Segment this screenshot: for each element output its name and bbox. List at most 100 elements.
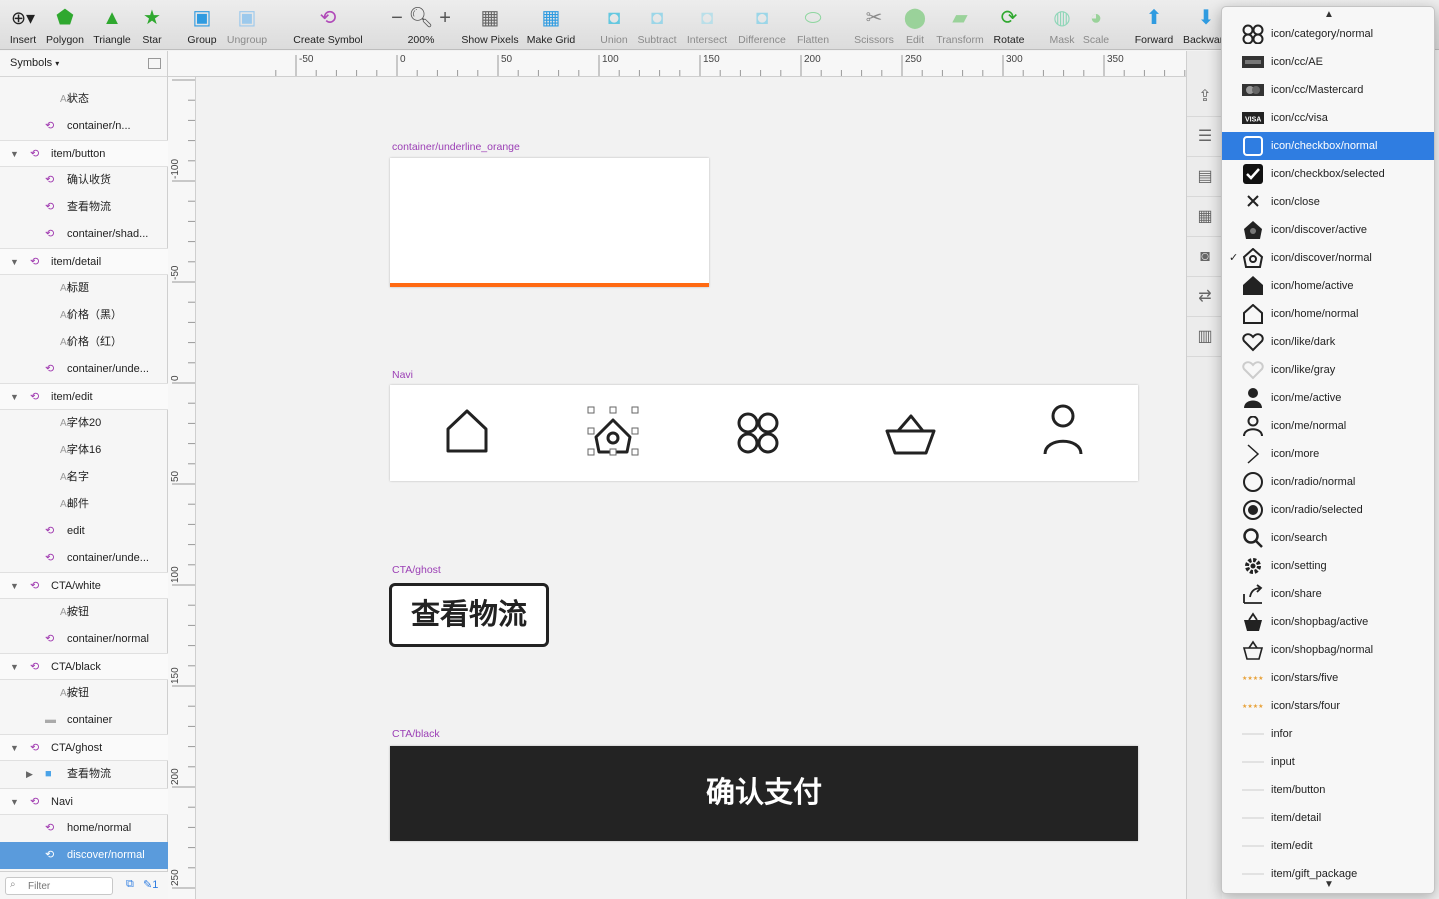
layer-row[interactable]: Aa 价格（红） <box>0 329 168 356</box>
sync-icon[interactable]: ⇄ <box>1187 277 1223 317</box>
disclosure-triangle-icon[interactable]: ▼ <box>10 249 19 274</box>
layer-row[interactable]: Aa 价格（黑） <box>0 302 168 329</box>
person-card-icon[interactable]: ◙ <box>1187 237 1223 277</box>
artboard-cta-black[interactable]: 确认支付 <box>390 746 1138 841</box>
intersect-button[interactable]: ◘ Intersect <box>677 6 737 46</box>
collapse-icon[interactable] <box>148 58 161 69</box>
layer-row[interactable]: Aa 邮件 <box>0 491 168 518</box>
layer-row[interactable]: ⟲ container/unde... <box>0 545 168 572</box>
layer-row[interactable]: ⟲ container/normal <box>0 626 168 653</box>
layer-row[interactable]: ▼ ⟲ CTA/black <box>0 653 168 680</box>
flatten-button[interactable]: ⬭ Flatten <box>783 6 843 46</box>
layer-row[interactable]: ⟲ 查看物流 <box>0 194 168 221</box>
dropdown-item[interactable]: infor <box>1222 720 1434 748</box>
dropdown-item[interactable]: icon/like/gray <box>1222 356 1434 384</box>
layer-row[interactable]: ▼ ⟲ item/detail <box>0 248 168 275</box>
disclosure-triangle-icon[interactable]: ▼ <box>10 654 19 679</box>
layer-row[interactable]: ⟲ home/normal <box>0 815 168 842</box>
artboard-title[interactable]: CTA/black <box>392 728 440 740</box>
dropdown-item[interactable]: icon/category/normal <box>1222 20 1434 48</box>
export-icon[interactable]: ⇪ <box>1187 77 1223 117</box>
layer-row[interactable]: Aa 标题 <box>0 275 168 302</box>
layer-row[interactable]: ▼ ⟲ CTA/white <box>0 572 168 599</box>
dropdown-item[interactable]: icon/discover/active <box>1222 216 1434 244</box>
dropdown-item[interactable]: icon/like/dark <box>1222 328 1434 356</box>
disclosure-triangle-icon[interactable]: ▼ <box>10 735 19 760</box>
dropdown-item[interactable]: icon/share <box>1222 580 1434 608</box>
scroll-up-icon[interactable]: ▲ <box>1222 9 1434 20</box>
dropdown-item[interactable]: icon/setting <box>1222 552 1434 580</box>
layer-row[interactable]: ▼ ⟲ item/button <box>0 140 168 167</box>
dropdown-item[interactable]: icon/more <box>1222 440 1434 468</box>
layer-row[interactable]: ▬ container <box>0 707 168 734</box>
make-grid-button[interactable]: ▦ Make Grid <box>521 6 581 46</box>
zoom-control[interactable]: − 🔍︎ +200% <box>391 6 451 46</box>
dropdown-item[interactable]: icon/home/active <box>1222 272 1434 300</box>
layer-row[interactable]: ▶ ■ 查看物流 <box>0 761 168 788</box>
pen-icon[interactable]: ✎1 <box>143 878 158 891</box>
symbols-filter-icon[interactable]: ⧉ <box>126 878 134 891</box>
dropdown-item[interactable]: icon/me/normal <box>1222 412 1434 440</box>
show-pixels-button[interactable]: ▦ Show Pixels <box>460 6 520 46</box>
layer-row[interactable]: ▼ ⟲ CTA/ghost <box>0 734 168 761</box>
dropdown-item[interactable]: icon/shopbag/active <box>1222 608 1434 636</box>
dropdown-item[interactable]: icon/radio/selected <box>1222 496 1434 524</box>
disclosure-triangle-icon[interactable]: ▶ <box>26 761 33 788</box>
dropdown-item[interactable]: icon/radio/normal <box>1222 468 1434 496</box>
disclosure-triangle-icon[interactable]: ▼ <box>10 141 19 166</box>
panel-icon[interactable]: ▥ <box>1187 317 1223 357</box>
dropdown-item[interactable]: VISA icon/cc/visa <box>1222 104 1434 132</box>
layer-row[interactable]: ▼ ⟲ item/edit <box>0 383 168 410</box>
artboard-cta-ghost[interactable]: 查看物流 <box>389 583 549 647</box>
artboard-title[interactable]: CTA/ghost <box>392 564 441 576</box>
rotate-button[interactable]: ⟳ Rotate <box>979 6 1039 46</box>
scale-button[interactable]: ◕ Scale <box>1066 6 1126 46</box>
layer-row[interactable]: Aa 名字 <box>0 464 168 491</box>
layer-row[interactable]: Aa 按钮 <box>0 599 168 626</box>
layer-row[interactable]: ⟲ discover/normal <box>0 842 168 869</box>
layers-icon[interactable]: ☰ <box>1187 117 1223 157</box>
dropdown-item[interactable]: icon/home/normal <box>1222 300 1434 328</box>
dropdown-item[interactable]: icon/search <box>1222 524 1434 552</box>
page-selector[interactable]: Symbols ▾ <box>0 51 167 77</box>
dropdown-item[interactable]: icon/cc/AE <box>1222 48 1434 76</box>
canvas[interactable]: container/underline_orange Navi CTA/ghos… <box>197 77 1186 899</box>
dropdown-item[interactable]: icon/checkbox/normal <box>1222 132 1434 160</box>
layer-row[interactable]: ⟲ edit <box>0 518 168 545</box>
dropdown-item[interactable]: item/button <box>1222 776 1434 804</box>
disclosure-triangle-icon[interactable]: ▼ <box>10 384 19 409</box>
dropdown-item[interactable]: input <box>1222 748 1434 776</box>
scroll-down-icon[interactable]: ▼ <box>1222 879 1434 890</box>
dropdown-item[interactable]: item/detail <box>1222 804 1434 832</box>
artboard-navi[interactable] <box>390 385 1138 481</box>
layer-row[interactable]: Aa 按钮 <box>0 680 168 707</box>
artboard-title[interactable]: Navi <box>392 369 413 381</box>
dropdown-item[interactable]: icon/cc/Mastercard <box>1222 76 1434 104</box>
filter-input[interactable] <box>5 877 113 895</box>
list-icon[interactable]: ▤ <box>1187 157 1223 197</box>
ungroup-button[interactable]: ▣ Ungroup <box>217 6 277 46</box>
layer-row[interactable]: Aa 字体20 <box>0 410 168 437</box>
grid-icon[interactable]: ▦ <box>1187 197 1223 237</box>
dropdown-item[interactable]: ★★★★★ icon/stars/five <box>1222 664 1434 692</box>
dropdown-item[interactable]: icon/checkbox/selected <box>1222 160 1434 188</box>
layer-row[interactable]: ▼ ⟲ Navi <box>0 788 168 815</box>
dropdown-item[interactable]: item/edit <box>1222 832 1434 860</box>
layer-row[interactable]: Aa 状态 <box>0 86 168 113</box>
layer-row[interactable]: ⟲ 确认收货 <box>0 167 168 194</box>
create-symbol-button[interactable]: ⟲ Create Symbol <box>288 6 368 46</box>
layer-row[interactable]: ⟲ container/shad... <box>0 221 168 248</box>
dropdown-item[interactable]: icon/shopbag/normal <box>1222 636 1434 664</box>
forward-button[interactable]: ⬆ Forward <box>1124 6 1184 46</box>
layer-row[interactable]: ⟲ container/n... <box>0 113 168 140</box>
artboard-underline-orange[interactable] <box>390 158 709 287</box>
layer-row[interactable]: ⟲ container/unde... <box>0 356 168 383</box>
dropdown-item[interactable]: icon/me/active <box>1222 384 1434 412</box>
dropdown-item[interactable]: ★★★★★ icon/stars/four <box>1222 692 1434 720</box>
artboard-title[interactable]: container/underline_orange <box>392 141 520 153</box>
symbol-dropdown-menu[interactable]: ▲ icon/category/normal icon/cc/AE icon/cc/… <box>1221 6 1435 894</box>
disclosure-triangle-icon[interactable]: ▼ <box>10 573 19 598</box>
dropdown-item[interactable]: icon/close <box>1222 188 1434 216</box>
layer-row[interactable]: Aa 字体16 <box>0 437 168 464</box>
dropdown-item[interactable]: ✓ icon/discover/normal <box>1222 244 1434 272</box>
